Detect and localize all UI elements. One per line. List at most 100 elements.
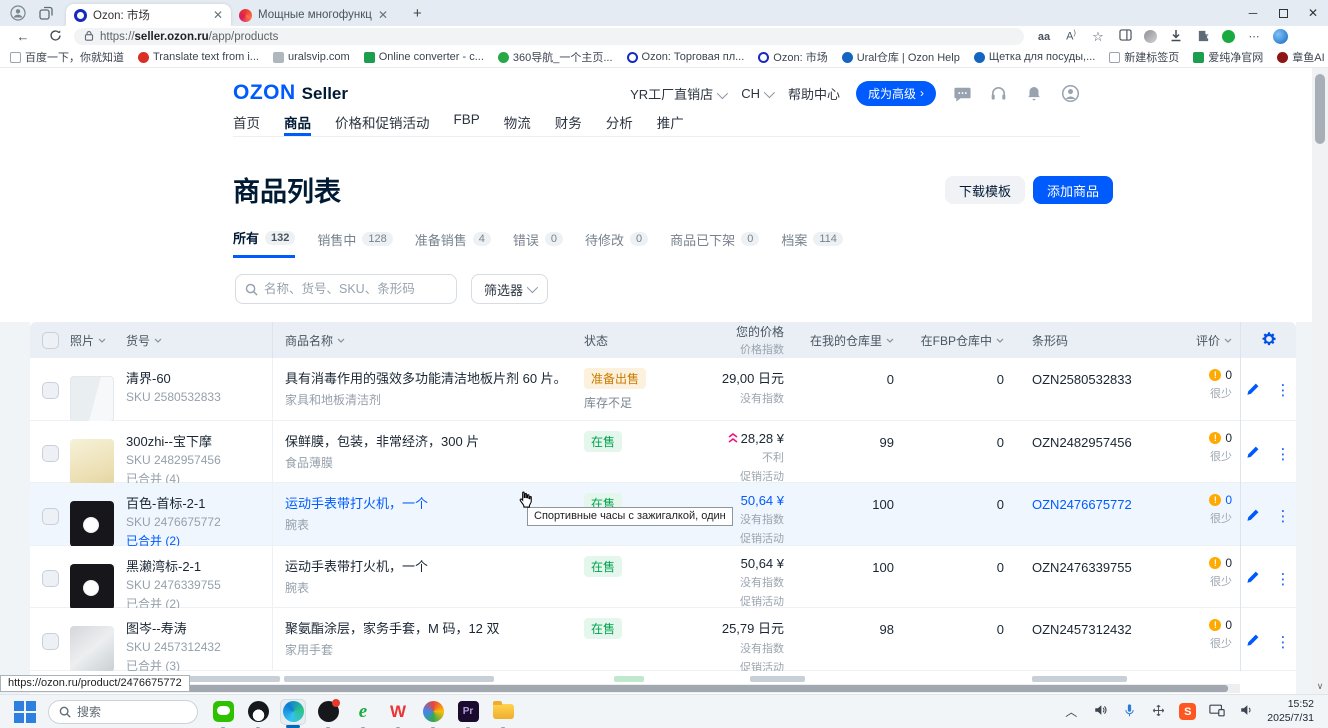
nav-promotion[interactable]: 推广 <box>657 112 684 136</box>
row-menu-icon[interactable]: ⋮ <box>1276 570 1292 588</box>
product-price-link[interactable]: 50,64 ¥ <box>702 493 784 508</box>
favorite-star-icon[interactable]: ☆ <box>1090 29 1106 45</box>
edit-pencil-icon[interactable] <box>1246 382 1260 399</box>
nav-fbp[interactable]: FBP <box>454 112 480 136</box>
edge-icon[interactable] <box>280 699 306 725</box>
barcode-link[interactable]: OZN2476675772 <box>1012 483 1152 549</box>
bookmark-item[interactable]: Translate text from i... <box>138 51 259 63</box>
ozon-seller-logo[interactable]: OZONSeller <box>233 81 348 105</box>
become-premium-button[interactable]: 成为高级› <box>856 81 936 106</box>
vertical-scrollbar[interactable]: ∨ <box>1312 68 1328 694</box>
wechat-icon[interactable] <box>210 699 236 725</box>
nav-finance[interactable]: 财务 <box>555 112 582 136</box>
bookmark-item[interactable]: 爱纯净官网 <box>1193 49 1263 65</box>
tab-all[interactable]: 所有132 <box>233 228 295 258</box>
row-checkbox[interactable] <box>42 508 59 525</box>
edit-pencil-icon[interactable] <box>1246 570 1260 587</box>
language-selector[interactable]: CH <box>741 86 772 101</box>
read-aloud-icon[interactable]: A) <box>1063 30 1079 43</box>
tab-delisted[interactable]: 商品已下架0 <box>670 228 759 258</box>
product-image[interactable] <box>70 439 114 485</box>
translate-icon[interactable]: аа <box>1036 31 1052 43</box>
wps-icon[interactable]: W <box>385 699 411 725</box>
promo-note[interactable]: 促销活动 <box>702 593 784 609</box>
col-rating[interactable]: 评价 <box>1152 332 1240 349</box>
bookmark-item[interactable]: Щетка для посуды,... <box>974 51 1095 63</box>
nav-pricing[interactable]: 价格和促销活动 <box>335 112 430 136</box>
speaker-icon[interactable] <box>1238 703 1254 720</box>
support-headset-icon[interactable] <box>988 83 1008 103</box>
scrollbar-thumb[interactable] <box>1315 74 1325 144</box>
file-explorer-icon[interactable] <box>490 699 516 725</box>
table-row[interactable]: 300zhi--宝下摩 SKU 2482957456 已合并 (4) 保鲜膜，包… <box>30 421 1296 484</box>
microphone-icon[interactable] <box>1121 703 1137 721</box>
extensions-puzzle-icon[interactable] <box>1195 29 1211 45</box>
address-bar[interactable]: https://seller.ozon.ru/app/products <box>74 28 1024 45</box>
row-menu-icon[interactable]: ⋮ <box>1276 445 1292 463</box>
promo-note[interactable]: 促销活动 <box>702 468 784 484</box>
table-row[interactable]: 清界-60 SKU 2580532833 具有消毒作用的强效多功能清洁地板片剂 … <box>30 358 1296 421</box>
product-name[interactable]: 保鲜膜，包装，非常经济，300 片 <box>285 431 572 450</box>
collections-icon[interactable] <box>1117 29 1133 44</box>
table-row[interactable]: 图岑--寿涛 SKU 2457312432 已合并 (3) 聚氨酯涂层，家务手套… <box>30 608 1296 671</box>
refresh-icon[interactable] <box>46 29 64 45</box>
tray-expand-icon[interactable]: ︿ <box>1063 703 1079 720</box>
start-button[interactable] <box>14 701 36 723</box>
nav-products[interactable]: 商品 <box>284 112 311 136</box>
select-all-checkbox[interactable] <box>42 332 59 349</box>
bookmark-item[interactable]: Ozon: 市场 <box>758 49 827 65</box>
search-input[interactable] <box>264 282 434 296</box>
close-button[interactable]: ✕ <box>1298 0 1328 26</box>
col-article[interactable]: 货号 <box>126 332 272 349</box>
product-name[interactable]: 聚氨酯涂层，家务手套，M 码，12 双 <box>285 618 572 637</box>
tab-to-fix[interactable]: 待修改0 <box>585 228 648 258</box>
cast-screen-icon[interactable] <box>1209 704 1225 720</box>
row-checkbox[interactable] <box>42 570 59 587</box>
tab-close-icon[interactable]: ✕ <box>213 8 223 22</box>
volume-icon[interactable] <box>1092 703 1108 720</box>
product-article[interactable]: 百色-首标-2-1 <box>126 493 272 512</box>
product-image[interactable] <box>70 626 114 672</box>
bookmark-item[interactable]: 360导航_一个主页... <box>498 49 613 65</box>
product-search[interactable] <box>235 274 457 304</box>
add-product-button[interactable]: 添加商品 <box>1033 176 1113 204</box>
bookmark-item[interactable]: 章鱼AI <box>1277 49 1324 65</box>
tab-close-icon[interactable]: ✕ <box>378 8 388 22</box>
col-my-warehouse[interactable]: 在我的仓库里 <box>792 332 902 349</box>
tab-errors[interactable]: 错误0 <box>513 228 563 258</box>
product-image[interactable] <box>70 376 114 422</box>
nav-home[interactable]: 首页 <box>233 112 260 136</box>
product-name[interactable]: 运动手表带打火机，一个 <box>285 556 572 575</box>
ime-tool-icon[interactable] <box>1150 704 1166 720</box>
new-tab-button[interactable]: + <box>413 5 422 22</box>
chat-icon[interactable] <box>952 83 972 103</box>
table-row[interactable]: 黑濑湾标-2-1 SKU 2476339755 已合并 (2) 运动手表带打火机… <box>30 546 1296 609</box>
edit-pencil-icon[interactable] <box>1246 633 1260 650</box>
maximize-button[interactable] <box>1268 0 1298 26</box>
taskbar-search-input[interactable] <box>77 705 177 719</box>
row-checkbox[interactable] <box>42 382 59 399</box>
store-selector[interactable]: YR工厂直销店 <box>630 84 725 103</box>
bookmark-item[interactable]: Ozon: Торговая пл... <box>627 51 745 63</box>
browser-colorful-icon[interactable] <box>420 699 446 725</box>
row-menu-icon[interactable]: ⋮ <box>1276 381 1292 399</box>
product-name[interactable]: 具有消毒作用的强效多功能清洁地板片剂 60 片。 <box>285 368 572 387</box>
qq-icon[interactable] <box>245 699 271 725</box>
browser-tab-active[interactable]: Ozon: 市场 ✕ <box>66 4 231 26</box>
music-app-icon[interactable] <box>315 699 341 725</box>
bookmark-item[interactable]: 新建标签页 <box>1109 49 1179 65</box>
nav-logistics[interactable]: 物流 <box>504 112 531 136</box>
col-fbp-warehouse[interactable]: 在FBP仓库中 <box>902 332 1012 349</box>
back-icon[interactable]: ← <box>14 29 32 44</box>
product-image[interactable] <box>70 564 114 610</box>
product-image[interactable] <box>70 501 114 547</box>
col-photo[interactable]: 照片 <box>70 332 126 349</box>
filters-button[interactable]: 筛选器 <box>471 274 548 304</box>
ie-icon[interactable]: e <box>350 699 376 725</box>
gear-icon[interactable] <box>1261 331 1277 350</box>
more-menu-icon[interactable]: ⋯ <box>1246 30 1262 43</box>
download-template-button[interactable]: 下载模板 <box>945 176 1025 204</box>
minimize-button[interactable]: ─ <box>1238 0 1268 26</box>
help-center-link[interactable]: 帮助中心 <box>788 84 840 103</box>
row-menu-icon[interactable]: ⋮ <box>1276 507 1292 525</box>
